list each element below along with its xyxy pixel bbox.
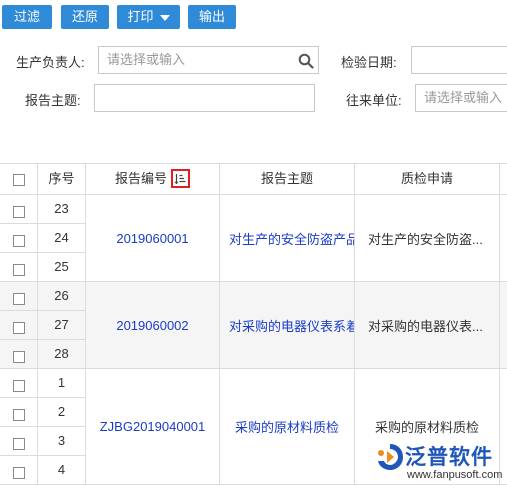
date-label: 检验日期: — [341, 55, 397, 70]
report-code-link[interactable]: 2019060002 — [86, 282, 220, 368]
row-seq: 25 — [38, 253, 86, 282]
report-group: 26 27 28 2019060002 对采购的电器仪表系着 对采购的电器仪表.… — [0, 282, 507, 369]
report-subject-link[interactable]: 对采购的电器仪表系着 — [220, 282, 355, 368]
table-row[interactable]: 3 — [0, 427, 86, 456]
brand-watermark: 泛普软件 www.fanpusoft.com — [375, 442, 505, 486]
table-row[interactable]: 26 — [0, 282, 86, 311]
toolbar: 过滤 还原 打印 输出 — [0, 0, 507, 34]
row-seq: 3 — [38, 427, 86, 455]
chevron-down-icon — [159, 14, 170, 21]
restore-button[interactable]: 还原 — [61, 5, 109, 29]
inspection-cell: 对采购的电器仪表... — [355, 282, 500, 368]
table-row[interactable]: 28 — [0, 340, 86, 369]
inspection-cell: 对生产的安全防盗... — [355, 195, 500, 281]
owner-label: 生产负责人: — [16, 55, 85, 70]
brand-url: www.fanpusoft.com — [407, 469, 503, 481]
partner-input[interactable]: 请选择或输入 — [415, 84, 507, 112]
report-code-link[interactable]: ZJBG2019040001 — [86, 369, 220, 484]
row-seq: 28 — [38, 340, 86, 369]
sort-icon[interactable] — [171, 169, 190, 189]
row-seq: 1 — [38, 369, 86, 397]
table-row[interactable]: 24 — [0, 224, 86, 253]
subject-input[interactable] — [94, 84, 315, 112]
col-seq[interactable]: 序号 — [38, 164, 86, 194]
date-input[interactable] — [411, 46, 507, 74]
report-grid: 序号 报告编号 报告主题 质检申请 23 24 25 2019060001 对生… — [0, 163, 507, 488]
filter-button[interactable]: 过滤 — [2, 5, 52, 29]
report-subject-link[interactable]: 采购的原材料质检 — [220, 369, 355, 484]
brand-name: 泛普软件 — [405, 446, 493, 469]
row-checkbox[interactable] — [12, 263, 25, 276]
row-seq: 26 — [38, 282, 86, 310]
table-header: 序号 报告编号 报告主题 质检申请 — [0, 163, 507, 195]
row-checkbox[interactable] — [12, 321, 25, 334]
row-checkbox[interactable] — [12, 408, 25, 421]
select-all-cell — [0, 164, 38, 194]
col-code[interactable]: 报告编号 — [86, 164, 220, 194]
report-code-link[interactable]: 2019060001 — [86, 195, 220, 281]
row-checkbox[interactable] — [12, 234, 25, 247]
row-checkbox[interactable] — [12, 437, 25, 450]
report-group: 23 24 25 2019060001 对生产的安全防盗产品 对生产的安全防盗.… — [0, 195, 507, 282]
row-seq: 24 — [38, 224, 86, 252]
table-row[interactable]: 25 — [0, 253, 86, 282]
subject-label: 报告主题: — [25, 93, 81, 108]
export-button[interactable]: 输出 — [188, 5, 236, 29]
table-row[interactable]: 2 — [0, 398, 86, 427]
row-seq: 23 — [38, 195, 86, 223]
table-row[interactable]: 4 — [0, 456, 86, 485]
report-subject-link[interactable]: 对生产的安全防盗产品 — [220, 195, 355, 281]
partner-label: 往来单位: — [346, 93, 402, 108]
col-inspection[interactable]: 质检申请 — [355, 164, 500, 194]
brand-logo-icon — [378, 444, 403, 470]
owner-input[interactable]: 请选择或输入 — [98, 46, 319, 74]
table-row[interactable]: 1 — [0, 369, 86, 398]
row-seq: 2 — [38, 398, 86, 426]
col-subject[interactable]: 报告主题 — [220, 164, 355, 194]
search-icon[interactable] — [298, 53, 314, 69]
row-checkbox[interactable] — [12, 379, 25, 392]
row-checkbox[interactable] — [12, 350, 25, 363]
table-row[interactable]: 23 — [0, 195, 86, 224]
select-all-checkbox[interactable] — [12, 173, 25, 186]
print-button[interactable]: 打印 — [117, 5, 180, 29]
row-seq: 4 — [38, 456, 86, 485]
row-checkbox[interactable] — [12, 205, 25, 218]
col-extra — [500, 164, 507, 194]
row-checkbox[interactable] — [12, 292, 25, 305]
table-row[interactable]: 27 — [0, 311, 86, 340]
row-seq: 27 — [38, 311, 86, 339]
row-checkbox[interactable] — [12, 466, 25, 479]
